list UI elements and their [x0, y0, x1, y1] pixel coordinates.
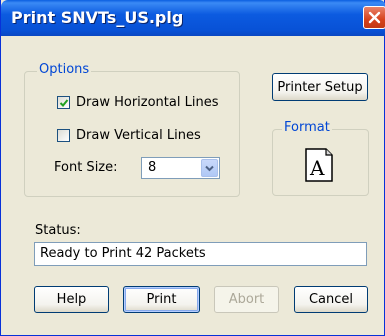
status-label: Status:	[35, 223, 81, 238]
close-icon	[368, 11, 381, 24]
status-field: Ready to Print 42 Packets	[34, 242, 367, 266]
options-group-label: Options	[37, 62, 92, 77]
title-bar[interactable]: Print SNVTs_US.plg	[1, 0, 385, 36]
help-button[interactable]: Help	[34, 286, 109, 313]
status-text: Ready to Print 42 Packets	[40, 246, 206, 261]
close-button[interactable]	[363, 6, 385, 29]
draw-vertical-lines-checkbox[interactable]: Draw Vertical Lines	[57, 126, 201, 144]
checkbox-box[interactable]	[57, 95, 70, 109]
draw-vertical-lines-label: Draw Vertical Lines	[76, 127, 201, 143]
print-button-label: Print	[146, 292, 177, 307]
abort-button: Abort	[214, 286, 279, 313]
cancel-button-label: Cancel	[308, 292, 354, 307]
print-dialog: Print SNVTs_US.plg Options Draw Horizont…	[0, 0, 385, 336]
font-size-dropdown-button[interactable]	[201, 159, 218, 177]
window-title: Print SNVTs_US.plg	[11, 8, 184, 27]
cancel-button[interactable]: Cancel	[294, 286, 368, 313]
font-size-select[interactable]: 8	[141, 157, 220, 179]
format-glyph: A	[309, 156, 325, 180]
font-size-label: Font Size:	[54, 160, 118, 175]
abort-button-label: Abort	[228, 292, 265, 307]
draw-horizontal-lines-checkbox[interactable]: Draw Horizontal Lines	[57, 93, 218, 111]
font-size-value: 8	[148, 160, 157, 175]
checkmark-icon	[59, 98, 69, 107]
print-button[interactable]: Print	[123, 286, 200, 313]
chevron-down-icon	[205, 165, 214, 172]
help-button-label: Help	[56, 292, 87, 307]
checkbox-box[interactable]	[57, 128, 70, 142]
printer-setup-button[interactable]: Printer Setup	[272, 73, 368, 101]
font-a-icon: A	[304, 147, 334, 183]
printer-setup-label: Printer Setup	[277, 79, 363, 95]
format-group-label: Format	[282, 120, 332, 135]
draw-horizontal-lines-label: Draw Horizontal Lines	[76, 94, 219, 110]
